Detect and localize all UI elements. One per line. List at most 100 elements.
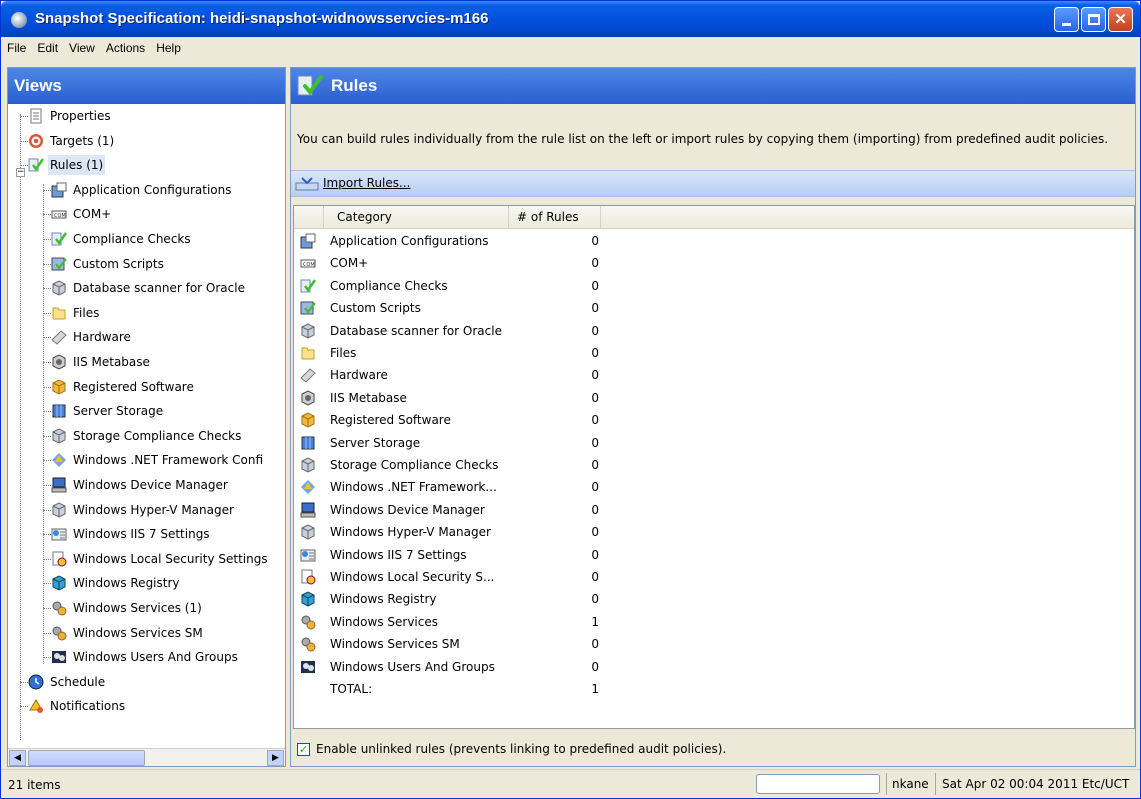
tree-line [43, 485, 51, 486]
count-cell: 0 [591, 525, 599, 540]
total-row[interactable]: TOTAL: 1 [294, 678, 1134, 700]
hyperv-icon [51, 502, 67, 518]
compliance-icon [300, 278, 317, 294]
table-row[interactable]: Windows Hyper-V Manager 0 [294, 521, 1134, 543]
tree-line [43, 337, 51, 339]
database-icon [300, 323, 316, 339]
tree-line [43, 362, 51, 363]
tree-line [43, 239, 51, 240]
tree-line [43, 509, 51, 511]
iis-icon [300, 390, 316, 406]
views-tree: − Properties Targets (1) Rules (1) Applicat… [8, 104, 285, 746]
tree-item-label: Notifications [50, 699, 126, 714]
menu-file[interactable]: File [1, 37, 31, 55]
users-icon [51, 649, 67, 665]
views-header: Views [8, 68, 285, 104]
registry-icon [300, 591, 316, 607]
tree-line [43, 411, 51, 413]
tree-item-label: Server Storage [73, 404, 164, 419]
maximize-button[interactable] [1081, 7, 1106, 32]
table-row[interactable]: Database scanner for Oracle 0 [294, 320, 1134, 342]
tree-line [43, 583, 51, 585]
folder-icon [300, 345, 316, 361]
table-row[interactable]: Windows IIS 7 Settings 0 [294, 544, 1134, 566]
title-bar[interactable]: Snapshot Specification: heidi-snapshot-w… [1, 1, 1140, 37]
table-row[interactable]: Custom Scripts 0 [294, 297, 1134, 319]
tree-line [43, 312, 51, 314]
device-manager-icon [300, 502, 316, 518]
category-cell: Windows Hyper-V Manager [330, 525, 491, 540]
count-cell: 0 [591, 458, 599, 472]
app-icon [11, 12, 27, 28]
storage-icon [51, 403, 67, 419]
tree-line [43, 288, 51, 290]
users-icon [300, 659, 316, 675]
tree-line [20, 706, 28, 708]
tree-item-label: Windows .NET Framework Confi [73, 453, 264, 468]
table-row[interactable]: Windows .NET Framework... 0 [294, 476, 1134, 498]
horizontal-scrollbar[interactable]: ◀ ▶ [8, 748, 285, 766]
menu-edit[interactable]: Edit [31, 37, 63, 55]
status-user: nkane [892, 777, 929, 791]
icon-column-header[interactable] [294, 206, 324, 229]
table-row[interactable]: COM COM+ 0 [294, 252, 1134, 274]
scroll-thumb[interactable] [28, 750, 145, 766]
divider [886, 773, 887, 795]
count-cell: 0 [591, 234, 599, 248]
table-row[interactable]: Application Configurations 0 [294, 230, 1134, 252]
menu-actions[interactable]: Actions [100, 37, 150, 55]
tree-item-label: IIS Metabase [73, 355, 150, 369]
tree-item-label: Storage Compliance Checks [73, 428, 242, 443]
table-row[interactable]: Windows Services 1 [294, 611, 1134, 633]
category-column-header[interactable]: Category [324, 206, 509, 229]
count-cell: 0 [591, 480, 599, 495]
storage-compliance-icon [51, 428, 67, 444]
table-row[interactable]: Server Storage 0 [294, 432, 1134, 454]
table-row[interactable]: Windows Users And Groups 0 [294, 656, 1134, 678]
notifications-icon [28, 698, 44, 714]
table-row[interactable]: Windows Local Security S... 0 [294, 566, 1134, 588]
table-row[interactable]: Files 0 [294, 342, 1134, 364]
iis7-icon [300, 547, 316, 563]
hardware-icon [300, 367, 316, 384]
software-icon [300, 412, 316, 428]
enable-unlinked-label: Enable unlinked rules (prevents linking … [316, 742, 727, 756]
menu-help[interactable]: Help [150, 37, 186, 55]
minimize-button[interactable] [1054, 7, 1079, 32]
scroll-left-icon[interactable]: ◀ [9, 750, 26, 766]
properties-icon [28, 108, 44, 124]
svg-text:COM: COM [54, 213, 66, 219]
tree-line [43, 184, 44, 664]
tree-item-label: Hardware [73, 330, 131, 345]
registry-icon [51, 575, 67, 591]
table-row[interactable]: Storage Compliance Checks 0 [294, 454, 1134, 476]
rules-table: Category # of Rules Application Configur… [293, 205, 1135, 729]
table-row[interactable]: Hardware 0 [294, 364, 1134, 386]
checkbox-icon[interactable]: ✓ [297, 743, 310, 756]
hyperv-icon [300, 524, 316, 540]
table-row[interactable]: Windows Registry 0 [294, 588, 1134, 610]
category-cell: Storage Compliance Checks [330, 458, 499, 472]
table-row[interactable]: Windows Device Manager 0 [294, 499, 1134, 521]
category-cell: Database scanner for Oracle [330, 323, 502, 338]
menu-view[interactable]: View [63, 37, 100, 55]
close-button[interactable]: ✕ [1108, 7, 1133, 32]
iis-icon [51, 354, 67, 370]
tree-item-label: Windows Device Manager [73, 478, 228, 492]
table-row[interactable]: IIS Metabase 0 [294, 387, 1134, 409]
tree-item-label: Database scanner for Oracle [73, 281, 245, 296]
scroll-right-icon[interactable]: ▶ [267, 750, 284, 766]
collapse-toggle[interactable]: − [16, 168, 25, 177]
table-row[interactable]: Registered Software 0 [294, 409, 1134, 431]
count-column-header[interactable]: # of Rules [509, 206, 601, 229]
count-cell: 0 [591, 502, 599, 517]
table-row[interactable]: Compliance Checks 0 [294, 275, 1134, 297]
category-cell: Registered Software [330, 413, 451, 428]
minimize-icon [1062, 23, 1071, 26]
tree-item-label: Windows Services (1) [73, 601, 202, 615]
storage-compliance-icon [300, 457, 316, 473]
table-row[interactable]: Windows Services SM 0 [294, 633, 1134, 655]
device-manager-icon [51, 477, 67, 493]
rules-icon [297, 75, 323, 96]
tree-item-label: Properties [50, 109, 111, 123]
